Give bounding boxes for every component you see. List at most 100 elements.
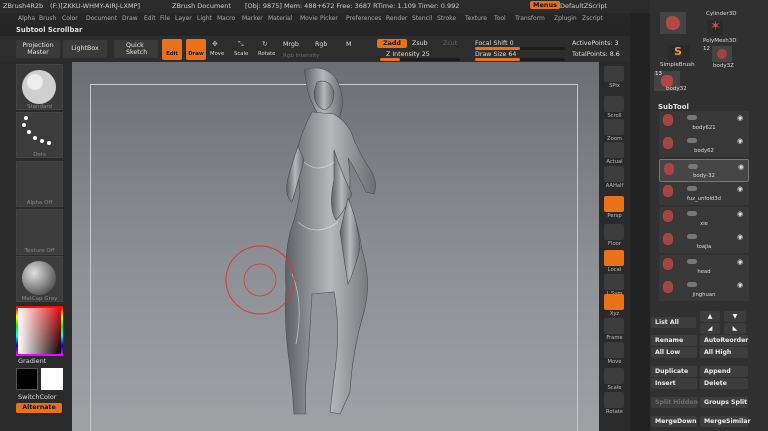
color-picker[interactable] xyxy=(16,306,63,356)
draw-size-slider[interactable] xyxy=(475,58,565,61)
zadd-button[interactable]: Zadd xyxy=(377,39,407,48)
menu-item-stencil[interactable]: Stencil xyxy=(412,15,432,22)
scroll-button[interactable] xyxy=(604,96,624,112)
subtool-toggle[interactable] xyxy=(687,186,697,191)
arrow-left-button[interactable]: ◢ xyxy=(700,323,720,334)
simplebrush-thumb[interactable]: S xyxy=(668,45,690,61)
eye-icon[interactable]: ◉ xyxy=(738,163,744,171)
m-button[interactable]: M xyxy=(346,41,351,48)
menu-item-draw[interactable]: Draw xyxy=(122,15,138,22)
body3z-thumb[interactable] xyxy=(712,46,732,62)
eye-icon[interactable]: ◉ xyxy=(737,137,743,145)
menu-item-movie[interactable]: Movie xyxy=(300,15,318,22)
subtool-toggle[interactable] xyxy=(688,164,698,169)
rgb-intensity-slider[interactable]: Rgb Intensity xyxy=(283,53,320,59)
rename-button[interactable]: Rename xyxy=(651,335,697,346)
zoom-button[interactable] xyxy=(604,119,624,135)
menu-item-marker[interactable]: Marker xyxy=(242,15,263,22)
subtool-toggle[interactable] xyxy=(687,138,697,143)
lightbox-button[interactable]: LightBox xyxy=(63,40,107,58)
split-hidden-button[interactable]: Split Hidden xyxy=(651,397,698,408)
menu-item-color[interactable]: Color xyxy=(62,15,78,22)
eye-icon[interactable]: ◉ xyxy=(737,114,743,122)
insert-button[interactable]: Insert xyxy=(651,378,697,389)
eye-icon[interactable]: ◉ xyxy=(737,233,743,241)
move-down-button[interactable]: ▼ xyxy=(724,311,746,322)
tool-label-body3z[interactable]: body3Z xyxy=(713,63,734,69)
main-color-swatch[interactable] xyxy=(16,368,38,390)
tool-label-simplebrush[interactable]: SimpleBrush xyxy=(660,62,695,68)
move-up-button[interactable]: ▲ xyxy=(700,311,720,322)
delete-button[interactable]: Delete xyxy=(700,378,748,389)
persp-button[interactable] xyxy=(604,196,624,212)
menu-item-zplugin[interactable]: Zplugin xyxy=(554,15,577,22)
menu-item-edit[interactable]: Edit xyxy=(144,15,156,22)
gradient-label[interactable]: Gradient xyxy=(18,357,46,365)
local-button[interactable] xyxy=(604,250,624,266)
viewport-canvas[interactable] xyxy=(72,62,599,431)
menu-item-transform[interactable]: Transform xyxy=(515,15,545,22)
tool-label-polymesh[interactable]: PolyMesh3D xyxy=(703,38,736,44)
eye-icon[interactable]: ◉ xyxy=(737,185,743,193)
mrgb-button[interactable]: Mrgb xyxy=(283,41,299,48)
menu-item-alpha[interactable]: Alpha xyxy=(18,15,35,22)
append-button[interactable]: Append xyxy=(700,366,748,377)
tool-label-body32[interactable]: body32 xyxy=(666,86,687,92)
switchcolor-button[interactable]: SwitchColor xyxy=(18,393,56,401)
menu-item-material[interactable]: Material xyxy=(268,15,292,22)
subtool-toggle[interactable] xyxy=(687,211,697,216)
focal-shift-slider[interactable] xyxy=(475,47,565,50)
menu-item-light[interactable]: Light xyxy=(197,15,212,22)
all-low-button[interactable]: All Low xyxy=(651,347,697,358)
eye-icon[interactable]: ◉ xyxy=(737,281,743,289)
eye-icon[interactable]: ◉ xyxy=(737,258,743,266)
autoreorder-button[interactable]: AutoReorder xyxy=(700,335,748,346)
rotate-button[interactable] xyxy=(604,392,624,408)
menu-item-preferences[interactable]: Preferences xyxy=(346,15,381,22)
menu-item-render[interactable]: Render xyxy=(386,15,407,22)
menu-item-zscript[interactable]: Zscript xyxy=(582,15,603,22)
aahalf-button[interactable] xyxy=(604,166,624,182)
subtool-toggle[interactable] xyxy=(687,282,697,287)
xyz-button[interactable] xyxy=(604,294,624,310)
menu-item-tool[interactable]: Tool xyxy=(494,15,506,22)
rotate-button[interactable]: Rotate xyxy=(258,51,275,57)
edit-button[interactable]: Edit xyxy=(162,39,182,60)
menus-button[interactable]: Menus xyxy=(530,1,561,9)
tool-thumb-current[interactable] xyxy=(660,12,686,34)
lsym-button[interactable] xyxy=(604,274,624,290)
subtool-toggle[interactable] xyxy=(687,259,697,264)
draw-button[interactable]: Draw xyxy=(186,39,206,60)
alternate-button[interactable]: Alternate xyxy=(16,403,62,413)
tool-label-cylinder[interactable]: Cylinder3D xyxy=(706,11,737,17)
z-intensity-slider[interactable] xyxy=(380,58,460,61)
zsub-button[interactable]: Zsub xyxy=(412,40,428,47)
merge-similar-button[interactable]: MergeSimilar xyxy=(700,416,751,427)
spix-button[interactable] xyxy=(604,66,624,82)
eye-icon[interactable]: ◉ xyxy=(737,210,743,218)
menu-item-texture[interactable]: Texture xyxy=(465,15,487,22)
move-button[interactable]: Move xyxy=(210,51,224,57)
duplicate-button[interactable]: Duplicate xyxy=(651,366,697,377)
subtool-header[interactable]: SubTool xyxy=(658,103,689,111)
menu-item-picker[interactable]: Picker xyxy=(320,15,338,22)
merge-down-button[interactable]: MergeDown xyxy=(651,416,697,427)
all-high-button[interactable]: All High xyxy=(700,347,748,358)
zcut-button[interactable]: Zcut xyxy=(443,40,457,47)
default-zscript-button[interactable]: DefaultZScript xyxy=(560,2,607,10)
groups-split-button[interactable]: Groups Split xyxy=(700,397,748,408)
floor-button[interactable] xyxy=(604,224,624,240)
scale-button[interactable]: Scale xyxy=(234,51,248,57)
menu-item-macro[interactable]: Macro xyxy=(217,15,235,22)
menu-item-document[interactable]: Document xyxy=(86,15,117,22)
subtool-toggle[interactable] xyxy=(687,234,697,239)
quick-sketch-button[interactable]: Quick Sketch xyxy=(114,40,158,58)
projection-master-button[interactable]: Projection Master xyxy=(16,40,60,58)
secondary-color-swatch[interactable] xyxy=(41,368,63,390)
menu-item-stroke[interactable]: Stroke xyxy=(437,15,456,22)
menu-item-layer[interactable]: Layer xyxy=(175,15,192,22)
actual-button[interactable] xyxy=(604,142,624,158)
move-button[interactable] xyxy=(604,342,624,358)
menu-item-brush[interactable]: Brush xyxy=(39,15,56,22)
polymesh-thumb[interactable]: ✶ xyxy=(707,19,723,36)
